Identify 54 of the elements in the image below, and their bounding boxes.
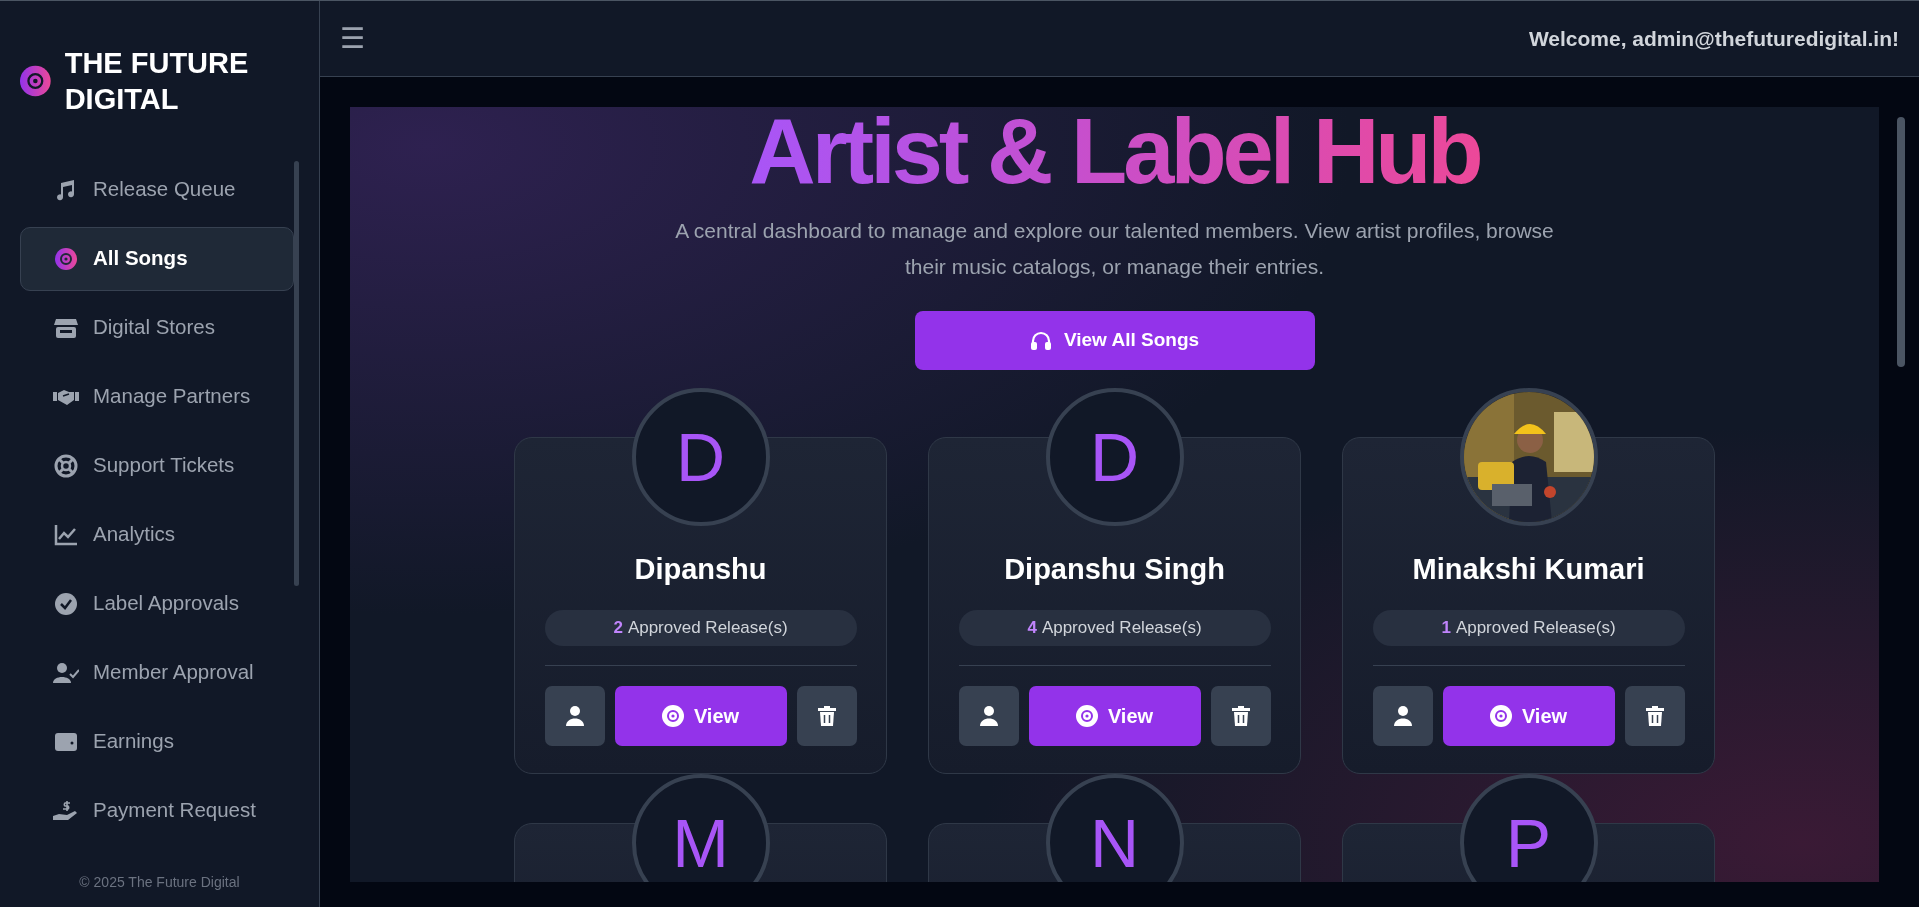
avatar-initial: D <box>1045 388 1184 526</box>
user-icon <box>1393 705 1412 726</box>
user-icon <box>565 705 584 726</box>
sidebar-item[interactable]: Payment Request <box>20 778 294 843</box>
member-name: Dipanshu <box>634 552 767 587</box>
trash-icon <box>1231 705 1250 726</box>
brand-name: THE FUTURE DIGITAL <box>64 46 250 118</box>
disc-icon <box>661 704 684 727</box>
release-count: 1 Approved Release(s) <box>1372 609 1685 646</box>
avatar-initial: P <box>1459 774 1598 882</box>
trash-icon <box>1645 705 1664 726</box>
profile-button[interactable] <box>544 685 605 746</box>
sidebar-item[interactable]: Analytics <box>20 502 294 567</box>
release-count: 2 Approved Release(s) <box>544 609 857 646</box>
view-button[interactable]: View <box>1028 685 1201 746</box>
headphones-icon <box>1029 330 1052 351</box>
user-icon <box>979 705 998 726</box>
welcome-text: Welcome, admin@thefuturedigital.in! <box>1528 25 1899 52</box>
avatar-initial: M <box>631 774 770 882</box>
delete-button[interactable] <box>1210 685 1271 746</box>
disc-icon <box>1489 704 1512 727</box>
member-name: Minakshi Kumari <box>1412 552 1645 587</box>
view-button[interactable]: View <box>1442 685 1615 746</box>
view-button[interactable]: View <box>614 685 787 746</box>
line-chart-icon <box>53 522 79 547</box>
sidebar-item[interactable]: Release Queue <box>20 157 294 222</box>
sidebar-item[interactable]: Label Approvals <box>20 571 294 636</box>
sidebar-item[interactable]: Digital Stores <box>20 295 294 360</box>
lifebuoy-icon <box>53 453 79 478</box>
sidebar-item[interactable]: Earnings <box>20 709 294 774</box>
user-check-icon <box>53 660 79 685</box>
release-count: 4 Approved Release(s) <box>958 609 1271 646</box>
menu-button[interactable]: ☰ <box>340 17 365 60</box>
delete-button[interactable] <box>796 685 857 746</box>
avatar-initial: N <box>1045 774 1184 882</box>
member-name: Dipanshu Singh <box>1004 552 1225 587</box>
sidebar-item[interactable]: Member Approval <box>20 640 294 705</box>
sidebar-item[interactable]: Support Tickets <box>20 433 294 498</box>
hand-dollar-icon <box>53 798 79 823</box>
disc-icon <box>53 246 79 271</box>
profile-button[interactable] <box>958 685 1019 746</box>
scrollbar[interactable] <box>1897 117 1905 367</box>
avatar-initial: D <box>631 388 770 526</box>
check-circle-icon <box>53 591 79 616</box>
page-subtitle: A central dashboard to manage and explore our talented members. View artist profiles, browse their music catalogs, or manage their entries. <box>674 218 1555 280</box>
trash-icon <box>817 705 836 726</box>
view-all-songs-button[interactable]: View All Songs <box>914 311 1315 370</box>
sidebar-item[interactable]: Manage Partners <box>20 364 294 429</box>
sidebar-item[interactable]: All Songs <box>20 226 294 291</box>
profile-button[interactable] <box>1372 685 1433 746</box>
disc-icon <box>1075 704 1098 727</box>
copyright-text: © 2025 The Future Digital <box>78 873 241 892</box>
scrollbar[interactable] <box>294 161 299 586</box>
delete-button[interactable] <box>1624 685 1685 746</box>
